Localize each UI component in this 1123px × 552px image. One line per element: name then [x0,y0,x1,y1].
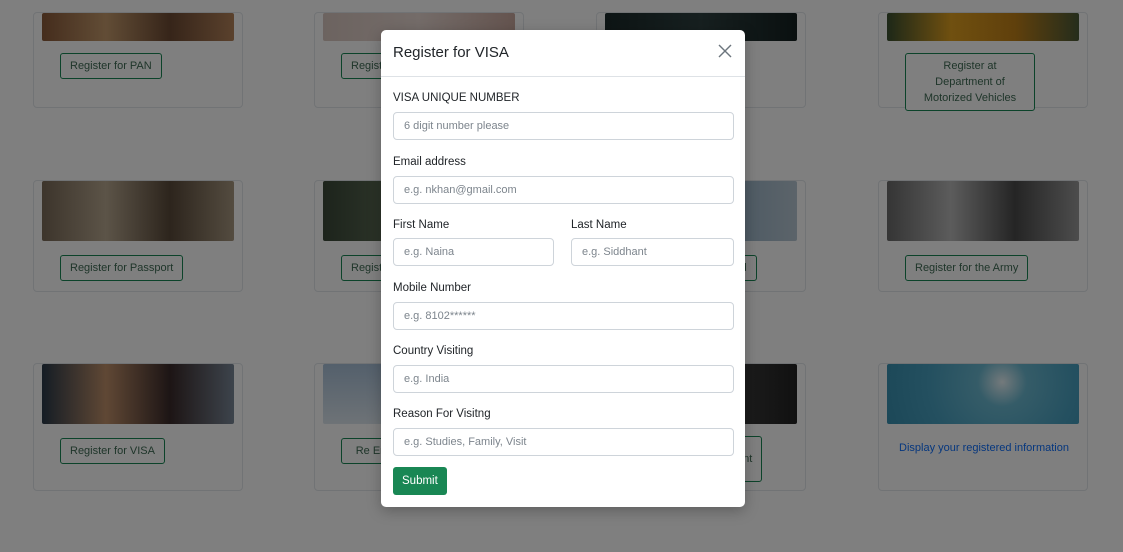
email-label: Email address [393,156,466,168]
mobile-label: Mobile Number [393,282,471,294]
visa-number-input[interactable] [393,112,734,140]
country-input[interactable] [393,365,734,393]
modal-title: Register for VISA [393,44,509,61]
register-visa-modal: Register for VISA VISA UNIQUE NUMBER Ema… [381,30,745,507]
last-name-label: Last Name [571,219,627,231]
last-name-input[interactable] [571,238,734,266]
close-icon[interactable] [716,42,734,60]
reason-label: Reason For Visitng [393,408,491,420]
mobile-input[interactable] [393,302,734,330]
first-name-input[interactable] [393,238,554,266]
country-label: Country Visiting [393,345,474,357]
first-name-label: First Name [393,219,450,231]
modal-header: Register for VISA [381,30,745,77]
visa-number-label: VISA UNIQUE NUMBER [393,92,520,104]
reason-input[interactable] [393,428,734,456]
submit-button[interactable]: Submit [393,467,447,495]
email-input[interactable] [393,176,734,204]
